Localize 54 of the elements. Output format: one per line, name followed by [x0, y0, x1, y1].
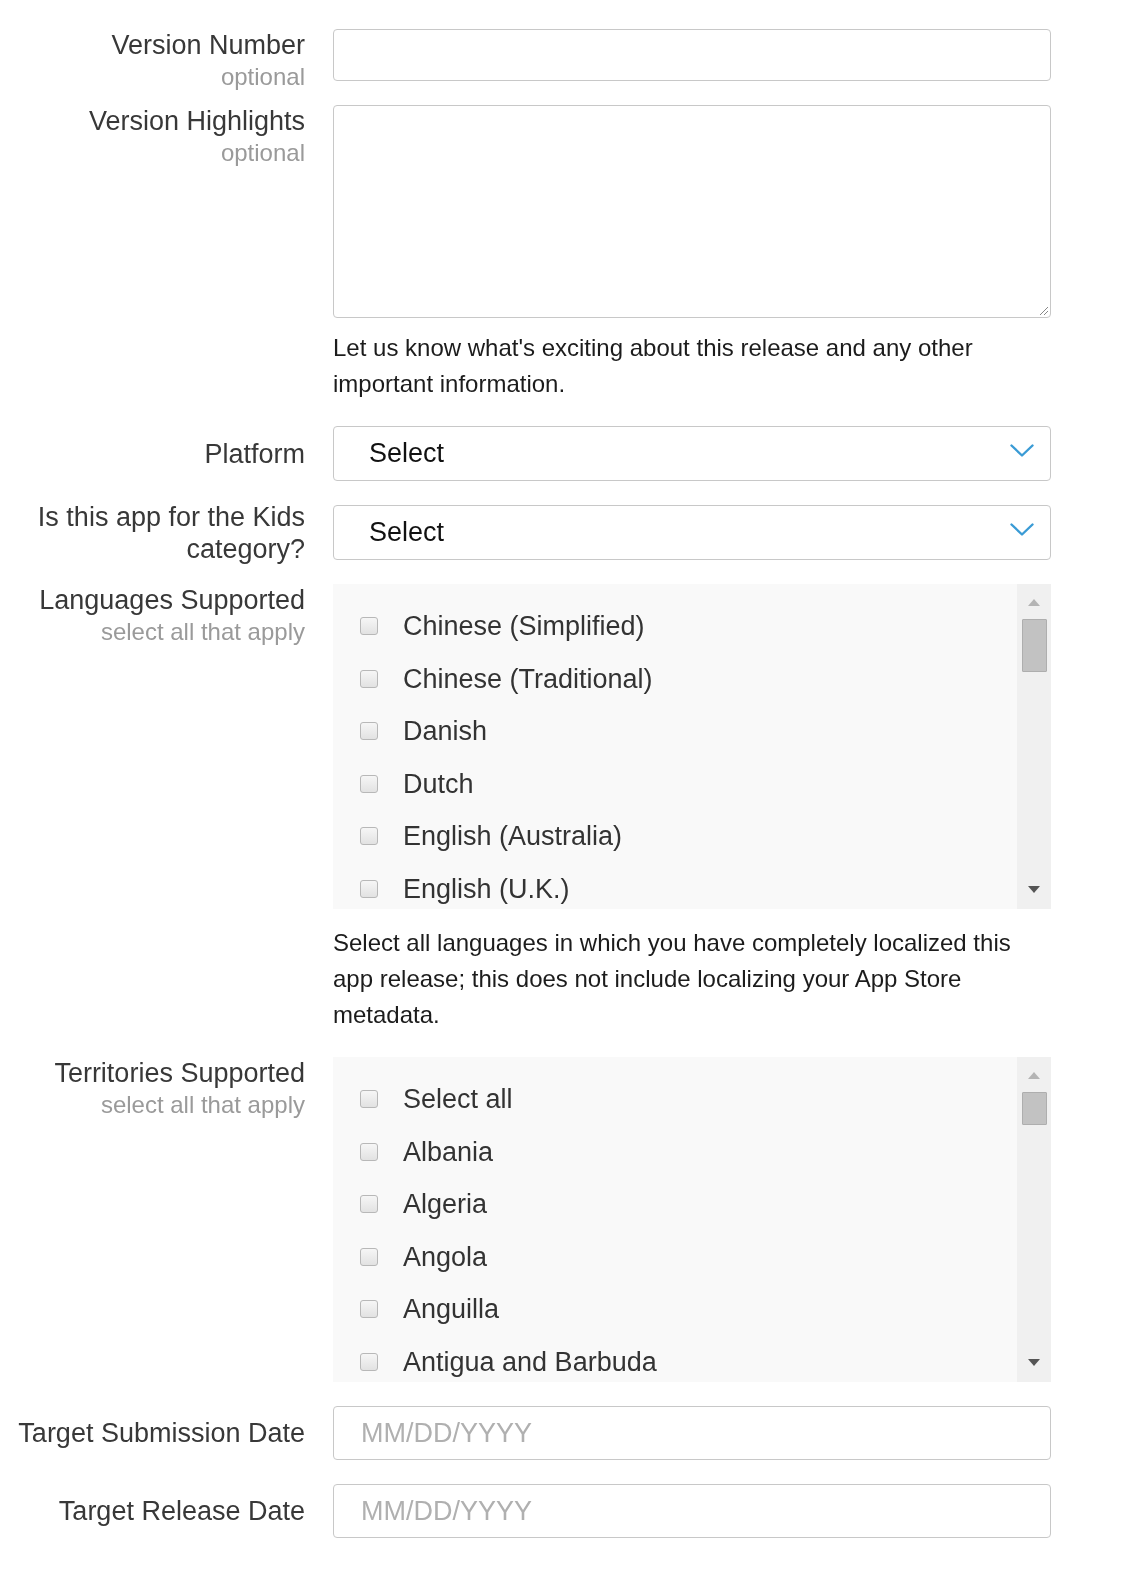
chevron-down-icon [1010, 523, 1034, 536]
field-hint: optional [219, 62, 305, 92]
checkbox[interactable] [360, 1352, 378, 1371]
checkbox-option[interactable]: Chinese (Simplified) [360, 610, 645, 642]
help-text: Let us know what's exciting about this release and any other important information. [333, 333, 974, 399]
resize-grip-icon[interactable] [1039, 306, 1048, 315]
scrollbar[interactable] [1017, 1057, 1051, 1382]
checkbox[interactable] [360, 669, 378, 688]
checkbox[interactable] [360, 827, 378, 846]
field-hint: optional [219, 138, 305, 168]
field-label: Territories Supported [53, 1057, 305, 1089]
checkbox[interactable] [360, 1300, 378, 1319]
scrollbar[interactable] [1017, 584, 1051, 909]
checkbox[interactable] [360, 1142, 378, 1161]
field-label: Version Number [110, 29, 305, 61]
field-hint: select all that apply [99, 617, 305, 647]
scrollbar-thumb[interactable] [1021, 619, 1047, 672]
field-label: Version Highlights [87, 105, 305, 137]
checkbox[interactable] [360, 774, 378, 793]
help-text: Select all languages in which you have completely localized this app release; this does not include localizing your App Store metadata. [333, 928, 1012, 1030]
checkbox[interactable] [360, 617, 378, 635]
checkbox-option[interactable]: Anguilla [360, 1293, 500, 1326]
checkbox[interactable] [360, 879, 378, 898]
checkbox[interactable] [360, 1247, 378, 1266]
date-input[interactable]: MM/DD/YYYY [333, 1484, 1051, 1538]
checkbox-option[interactable]: Antigua and Barbuda [360, 1345, 657, 1378]
field-label: Target Release Date [57, 1495, 305, 1527]
checkbox-option[interactable]: English (Australia) [360, 820, 623, 853]
field-label: Platform [203, 437, 305, 470]
scrollbar-thumb[interactable] [1021, 1092, 1047, 1125]
down-arrow-icon[interactable] [1028, 886, 1040, 893]
field-label: Target Submission Date [17, 1417, 305, 1449]
field-label: Is this app for the Kids category? [36, 500, 305, 565]
dropdown-select[interactable]: Select [333, 505, 1051, 560]
chevron-down-icon [1010, 444, 1034, 457]
checkbox[interactable] [360, 1195, 378, 1214]
dropdown-select[interactable]: Select [333, 426, 1051, 481]
checkbox-option[interactable]: English (U.K.) [360, 872, 570, 905]
up-arrow-icon[interactable] [1028, 1072, 1040, 1079]
checkbox-option[interactable]: Dutch [360, 767, 474, 800]
date-input[interactable]: MM/DD/YYYY [333, 1406, 1051, 1460]
up-arrow-icon[interactable] [1028, 599, 1040, 606]
checkbox-option[interactable]: Algeria [360, 1188, 488, 1221]
checkbox[interactable] [360, 1090, 378, 1108]
checkbox-option[interactable]: Albania [360, 1135, 494, 1168]
field-hint: select all that apply [99, 1090, 305, 1120]
text-input[interactable] [333, 29, 1051, 81]
checkbox-option[interactable]: Chinese (Traditional) [360, 662, 653, 695]
field-label: Languages Supported [38, 584, 305, 616]
down-arrow-icon[interactable] [1028, 1359, 1040, 1366]
checkbox-option[interactable]: Select all [360, 1083, 513, 1115]
checkbox-option[interactable]: Danish [360, 715, 488, 748]
checkbox-option[interactable]: Angola [360, 1240, 488, 1273]
checkbox[interactable] [360, 722, 378, 741]
